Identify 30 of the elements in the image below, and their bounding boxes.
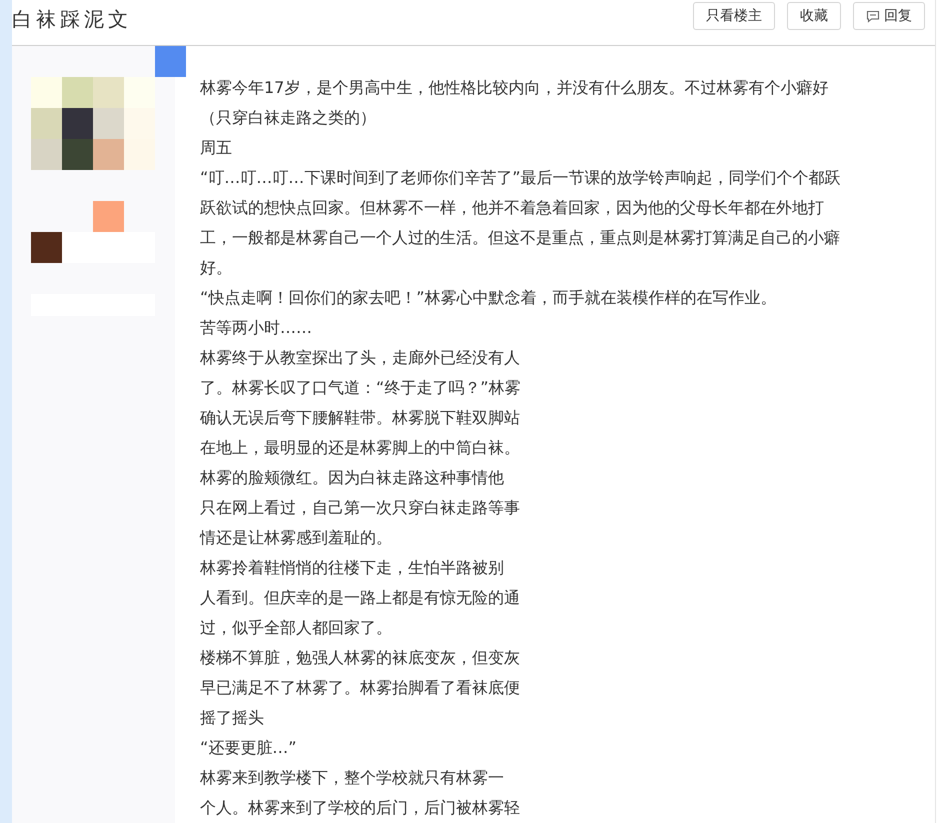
story-paragraph: （只穿白袜走路之类的）	[200, 107, 377, 129]
story-paragraph: 好。	[200, 257, 233, 279]
story-paragraph: 林雾今年17岁，是个男高中生，他性格比较内向，并没有什么朋友。不过林雾有个小癖好	[200, 77, 830, 99]
story-paragraph: 确认无误后弯下腰解鞋带。林雾脱下鞋双脚站	[200, 407, 521, 429]
story-paragraph: 林雾拎着鞋悄悄的往楼下走，生怕半路被别	[200, 557, 505, 579]
story-paragraph: 个人。林雾来到了学校的后门，后门被林雾轻	[200, 797, 521, 819]
story-paragraph: 楼梯不算脏，勉强人林雾的袜底变灰，但变灰	[200, 647, 521, 669]
story-paragraph: 了。林雾长叹了口气道：“终于走了吗？”林雾	[200, 377, 522, 399]
story-paragraph: 只在网上看过，自己第一次只穿白袜走路等事	[200, 497, 521, 519]
story-paragraph: 林雾的脸颊微红。因为白袜走路这种事情他	[200, 467, 505, 489]
story-paragraph: 苦等两小时……	[200, 317, 313, 339]
story-paragraph: 周五	[200, 137, 233, 159]
speech-bubble-icon	[866, 10, 880, 22]
header-button[interactable]: 只看楼主	[693, 2, 775, 30]
story-paragraph: “还要更脏…”	[200, 737, 298, 759]
story-paragraph: 在地上，最明显的还是林雾脚上的中筒白袜。	[200, 437, 521, 459]
story-paragraph: 跃欲试的想快点回家。但林雾不一样，他并不着急着回家，因为他的父母长年都在外地打	[200, 197, 825, 219]
story-paragraph: 摇了摇头	[200, 707, 265, 729]
story-paragraph: 人看到。但庆幸的是一路上都是有惊无险的通	[200, 587, 521, 609]
story-paragraph: “叮…叮…叮…下课时间到了老师你们辛苦了”最后一节课的放学铃声响起，同学们个个都跃	[200, 167, 842, 189]
story-paragraph: 早已满足不了林雾了。林雾抬脚看了看袜底便	[200, 677, 521, 699]
header-button[interactable]: 收藏	[787, 2, 841, 30]
story-paragraph: “快点走啊！回你们的家去吧！”林雾心中默念着，而手就在装模作样的在写作业。	[200, 287, 778, 309]
story-paragraph: 工，一般都是林雾自己一个人过的生活。但这不是重点，重点则是林雾打算满足自己的小癖	[200, 227, 841, 249]
story-paragraph: 林雾终于从教室探出了头，走廊外已经没有人	[200, 347, 521, 369]
story-paragraph: 情还是让林雾感到羞耻的。	[200, 527, 393, 549]
story-paragraph: 林雾来到教学楼下，整个学校就只有林雾一	[200, 767, 505, 789]
post-title: 白袜踩泥文	[12, 6, 132, 33]
reply-button[interactable]: 回复	[853, 2, 925, 30]
story-paragraph: 过，似乎全部人都回家了。	[200, 617, 393, 639]
